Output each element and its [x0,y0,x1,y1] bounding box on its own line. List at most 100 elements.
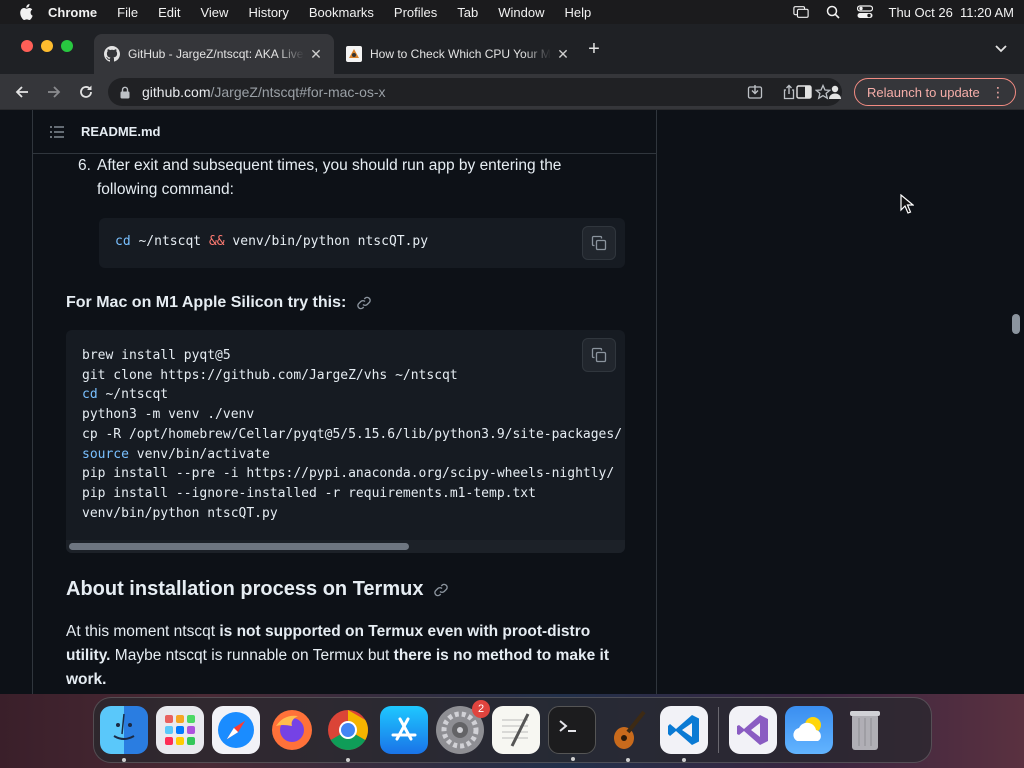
code-line: python3 -m venv ./venv [82,407,255,423]
apple-menu-icon[interactable] [18,4,34,20]
menu-profiles[interactable]: Profiles [394,5,437,20]
garageband-icon[interactable] [604,706,652,762]
code-lines: brew install pyqt@5 git clone https://git… [66,330,625,523]
code-line: git clone https://github.com/JargeZ/vhs … [82,367,458,383]
code-horizontal-scrollbar[interactable] [66,540,625,553]
tab-github[interactable]: GitHub - JargeZ/ntscqt: AKA LiveDrawing … [94,34,334,74]
heading-mac-m1: For Mac on M1 Apple Silicon try this: [66,294,372,312]
readme-panel: README.md 6. After exit and subsequent t… [32,110,657,694]
copy-code-button[interactable] [582,226,616,260]
menu-tab[interactable]: Tab [457,5,478,20]
code-line: cp -R /opt/homebrew/Cellar/pyqt@5/5.15.6… [82,426,623,442]
tab-title: How to Check Which CPU Your Mac Has [370,47,551,61]
anchor-link-icon[interactable] [356,295,372,311]
new-tab-plus-icon[interactable]: + [585,39,603,59]
scrollbar-thumb[interactable] [69,543,409,550]
heading-termux: About installation process on Termux [66,578,449,601]
system-settings-icon[interactable]: 2 [436,700,490,754]
menu-view[interactable]: View [200,5,228,20]
visual-studio-code-icon[interactable] [660,706,708,762]
copy-code-button[interactable] [582,338,616,372]
web-page: README.md 6. After exit and subsequent t… [0,110,1024,694]
terminal-icon[interactable] [548,706,596,761]
window-close-button[interactable] [21,40,33,52]
more-options-icon: ⋮ [991,83,1005,100]
outline-list-icon[interactable] [49,124,65,140]
spotlight-search-icon[interactable] [825,5,841,19]
back-arrow-icon[interactable] [10,80,34,104]
readme-filename: README.md [81,124,161,139]
textedit-icon[interactable] [492,706,540,754]
firefox-icon[interactable] [268,706,316,754]
dock: 2 [93,697,932,763]
relaunch-label: Relaunch to update [867,84,980,100]
weather-icon[interactable] [785,706,833,754]
page-scrollbar-thumb[interactable] [1012,314,1020,334]
finder-icon[interactable] [100,706,148,762]
github-icon [104,46,120,62]
window-controls [21,40,73,52]
url-path: /JargeZ/ntscqt#for-mac-os-x [210,84,386,100]
tab-howto[interactable]: How to Check Which CPU Your Mac Has ✕ [336,34,581,74]
url-host: github.com [142,84,211,100]
chrome-window: GitHub - JargeZ/ntscqt: AKA LiveDrawing … [0,24,1024,694]
lock-icon[interactable] [120,85,132,99]
relaunch-to-update-button[interactable]: Relaunch to update ⋮ [854,78,1016,106]
tab-title: GitHub - JargeZ/ntscqt: AKA LiveDrawing [128,47,304,61]
code-keyword: cd [115,234,131,249]
screen-mirroring-icon[interactable] [792,5,809,19]
code-text: ~/ntscqt [130,234,209,249]
window-minimize-button[interactable] [41,40,53,52]
code-block-run-command[interactable]: cd ~/ntscqt && venv/bin/python ntscQT.py [99,218,625,268]
tab-close-icon[interactable]: ✕ [308,46,324,62]
termux-paragraph: At this moment ntscqt is not supported o… [66,623,609,688]
menu-app-name[interactable]: Chrome [48,5,97,20]
app-store-icon[interactable] [380,706,428,754]
code-text: venv/bin/python ntscQT.py [224,234,429,249]
anchor-link-icon[interactable] [433,582,449,598]
menu-history[interactable]: History [248,5,288,20]
howtogeek-icon [346,46,362,62]
window-fullscreen-button[interactable] [61,40,73,52]
code-line: pip install --pre -i https://pypi.anacon… [82,466,615,482]
notification-badge: 2 [472,700,490,718]
install-app-icon[interactable] [746,83,764,101]
code-line: venv/bin/python ntscQT.py [82,505,278,521]
forward-arrow-icon[interactable] [42,80,66,104]
copy-icon [591,347,607,363]
menu-bar-clock[interactable]: Thu Oct 26 11:20 AM [889,5,1015,20]
tab-search-chevron-icon[interactable] [994,42,1008,56]
menu-edit[interactable]: Edit [158,5,180,20]
code-line: source venv/bin/activate [82,446,270,462]
reload-icon[interactable] [74,80,98,104]
code-line: cd ~/ntscqt [82,387,169,403]
profile-icon[interactable] [826,83,844,101]
code-operator: && [208,234,225,249]
chrome-icon[interactable] [324,706,372,762]
launchpad-icon[interactable] [156,706,204,754]
menu-help[interactable]: Help [565,5,592,20]
trash-icon[interactable] [841,706,889,754]
step-text-line1: After exit and subsequent times, you sho… [97,157,562,174]
address-bar[interactable]: github.com/JargeZ/ntscqt#for-mac-os-x [108,78,842,106]
visual-studio-icon[interactable] [729,706,777,754]
tab-close-icon[interactable]: ✕ [555,46,571,62]
heading-text: For Mac on M1 Apple Silicon try this: [66,294,347,311]
safari-icon[interactable] [212,706,260,754]
step-number: 6. [78,157,91,174]
copy-icon [591,235,607,251]
heading-text: About installation process on Termux [66,578,424,600]
menu-bar: Chrome File Edit View History Bookmarks … [0,0,1024,24]
readme-header: README.md [33,110,656,154]
side-panel-icon[interactable] [795,83,813,101]
dock-separator [718,707,719,753]
control-center-icon[interactable] [856,5,873,19]
menu-window[interactable]: Window [498,5,544,20]
menu-file[interactable]: File [117,5,138,20]
tab-strip: GitHub - JargeZ/ntscqt: AKA LiveDrawing … [0,24,1024,74]
browser-toolbar: github.com/JargeZ/ntscqt#for-mac-os-x Re… [0,74,1024,110]
step-text-line2: following command: [97,181,234,198]
code-line: pip install --ignore-installed -r requir… [82,485,536,501]
menu-bookmarks[interactable]: Bookmarks [309,5,374,20]
code-block-m1-install[interactable]: brew install pyqt@5 git clone https://git… [66,330,625,553]
